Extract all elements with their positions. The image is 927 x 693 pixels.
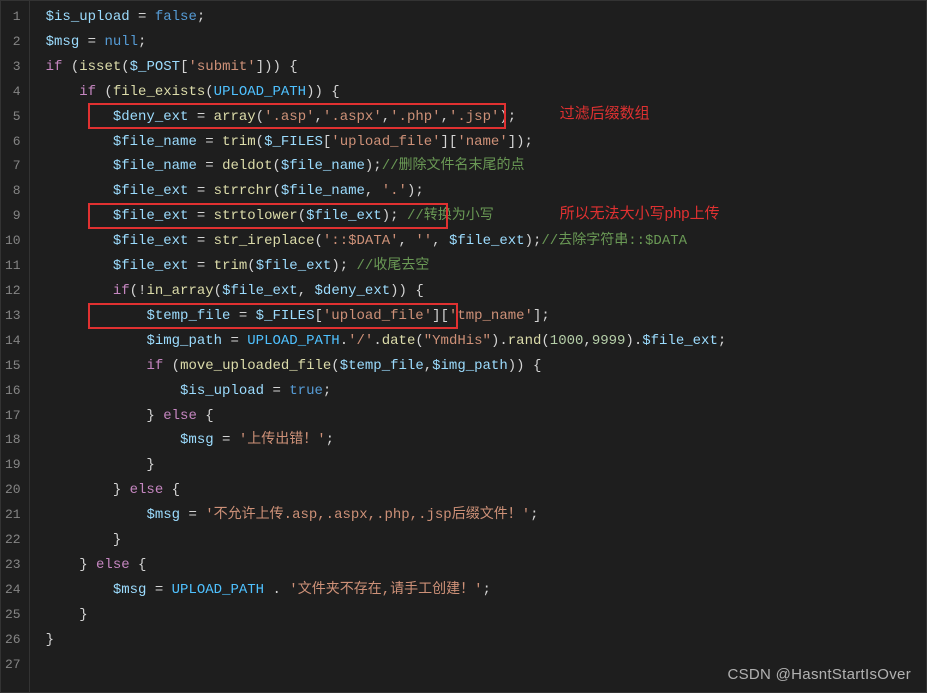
code-line: }	[46, 603, 926, 628]
code-line: if (isset($_POST['submit'])) {	[46, 55, 926, 80]
line-number: 2	[5, 30, 21, 55]
code-line: } else {	[46, 553, 926, 578]
line-number: 26	[5, 628, 21, 653]
line-number: 7	[5, 154, 21, 179]
line-number: 5	[5, 105, 21, 130]
code-line: $temp_file = $_FILES['upload_file']['tmp…	[46, 304, 926, 329]
code-line: if (file_exists(UPLOAD_PATH)) {	[46, 80, 926, 105]
line-number: 12	[5, 279, 21, 304]
code-line: $is_upload = false;	[46, 5, 926, 30]
line-number: 24	[5, 578, 21, 603]
line-number: 14	[5, 329, 21, 354]
line-number: 13	[5, 304, 21, 329]
line-number: 22	[5, 528, 21, 553]
code-line: $img_path = UPLOAD_PATH.'/'.date("YmdHis…	[46, 329, 926, 354]
line-number: 23	[5, 553, 21, 578]
line-number: 10	[5, 229, 21, 254]
code-line: } else {	[46, 404, 926, 429]
code-line: $msg = UPLOAD_PATH . '文件夹不存在,请手工创建！';	[46, 578, 926, 603]
line-number: 17	[5, 404, 21, 429]
code-line: if(!in_array($file_ext, $deny_ext)) {	[46, 279, 926, 304]
code-line: }	[46, 628, 926, 653]
line-number: 6	[5, 130, 21, 155]
line-number: 27	[5, 653, 21, 678]
watermark: CSDN @HasntStartIsOver	[727, 666, 911, 683]
annotation-cannot-upload: 所以无法大小写php上传	[560, 202, 720, 227]
code-line: $msg = '上传出错！';	[46, 428, 926, 453]
line-number: 18	[5, 428, 21, 453]
line-number: 15	[5, 354, 21, 379]
code-line: $deny_ext = array('.asp','.aspx','.php',…	[46, 105, 926, 130]
code-area: $is_upload = false; $msg = null; if (iss…	[30, 1, 926, 692]
line-number: 21	[5, 503, 21, 528]
annotation-filter-ext: 过滤后缀数组	[560, 102, 650, 127]
line-number: 3	[5, 55, 21, 80]
line-number: 9	[5, 204, 21, 229]
line-number: 25	[5, 603, 21, 628]
code-line: $is_upload = true;	[46, 379, 926, 404]
code-line: $file_ext = strrchr($file_name, '.');	[46, 179, 926, 204]
line-number: 4	[5, 80, 21, 105]
line-number: 20	[5, 478, 21, 503]
code-line: $file_ext = strtolower($file_ext); //转换为…	[46, 204, 926, 229]
code-line: $file_name = deldot($file_name);//删除文件名末…	[46, 154, 926, 179]
code-line: if (move_uploaded_file($temp_file,$img_p…	[46, 354, 926, 379]
code-editor: 1 2 3 4 5 6 7 8 9 10 11 12 13 14 15 16 1…	[0, 0, 927, 693]
code-line: }	[46, 453, 926, 478]
line-number-gutter: 1 2 3 4 5 6 7 8 9 10 11 12 13 14 15 16 1…	[1, 1, 30, 692]
code-line: } else {	[46, 478, 926, 503]
line-number: 16	[5, 379, 21, 404]
code-line: $file_ext = trim($file_ext); //收尾去空	[46, 254, 926, 279]
code-line: $msg = '不允许上传.asp,.aspx,.php,.jsp后缀文件！';	[46, 503, 926, 528]
line-number: 11	[5, 254, 21, 279]
line-number: 1	[5, 5, 21, 30]
line-number: 19	[5, 453, 21, 478]
code-line: $file_name = trim($_FILES['upload_file']…	[46, 130, 926, 155]
code-line: $msg = null;	[46, 30, 926, 55]
code-line: $file_ext = str_ireplace('::$DATA', '', …	[46, 229, 926, 254]
line-number: 8	[5, 179, 21, 204]
code-line: }	[46, 528, 926, 553]
